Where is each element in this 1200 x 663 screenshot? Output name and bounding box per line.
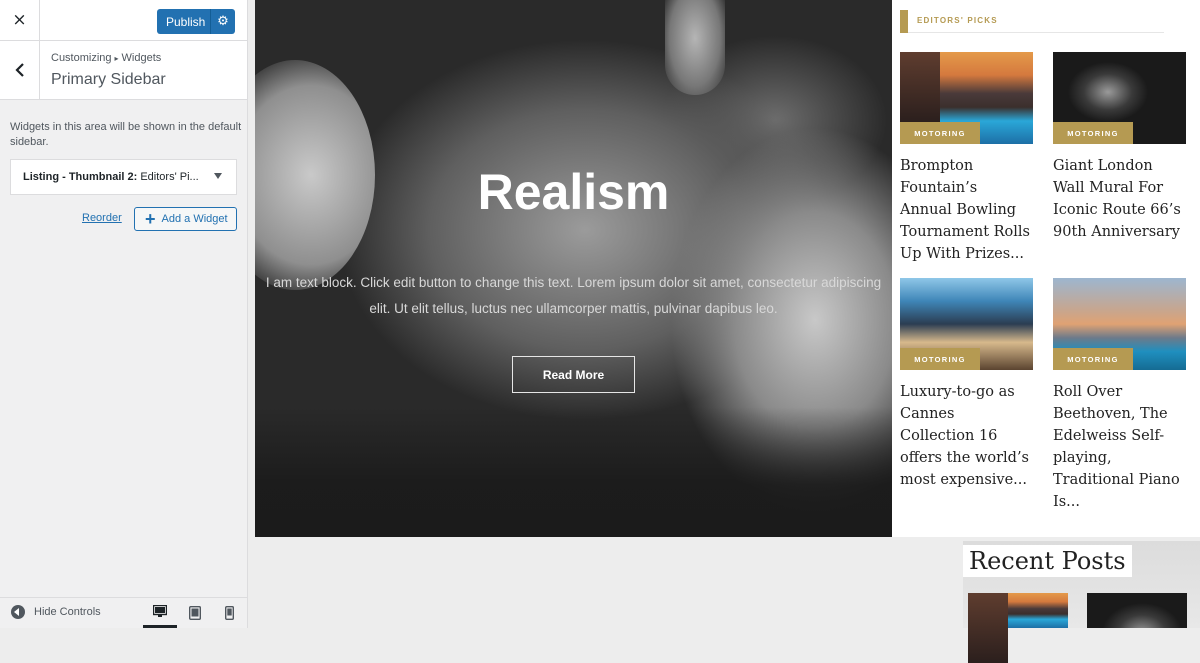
- customizer-footer: Hide Controls: [0, 597, 247, 628]
- desktop-preview-button[interactable]: [143, 598, 177, 628]
- section-description: Widgets in this area will be shown in th…: [10, 121, 242, 148]
- mobile-preview-button[interactable]: [212, 598, 246, 628]
- heading-label: EDITORS' PICKS: [917, 16, 998, 25]
- hide-controls-label: Hide Controls: [34, 606, 101, 618]
- hero-title: Realism: [477, 164, 670, 220]
- editors-picks-widget: EDITORS' PICKS MOTORING Brompton Fountai…: [892, 0, 1200, 537]
- tablet-icon: [189, 606, 201, 620]
- pick-thumbnail[interactable]: MOTORING: [900, 52, 1033, 144]
- publish-label: Publish: [166, 14, 206, 29]
- pick-thumbnail[interactable]: MOTORING: [1053, 52, 1186, 144]
- section-header: Customizing ▸ Widgets Primary Sidebar: [0, 41, 247, 100]
- recent-posts-widget: Recent Posts: [963, 541, 1200, 663]
- hero-image-ear: [665, 0, 725, 95]
- widget-item[interactable]: Listing - Thumbnail 2: Editors' Pi...: [10, 159, 237, 195]
- pick-title[interactable]: Roll Over Beethoven, The Edelweiss Self-…: [1053, 381, 1186, 513]
- category-tag[interactable]: MOTORING: [900, 122, 980, 144]
- publish-button[interactable]: Publish ⚙: [157, 9, 235, 34]
- hide-controls-button[interactable]: Hide Controls: [11, 605, 101, 619]
- category-tag[interactable]: MOTORING: [1053, 348, 1133, 370]
- pick-card[interactable]: MOTORING Luxury-to-go as Cannes Collecti…: [900, 278, 1033, 491]
- desktop-icon: [153, 605, 167, 617]
- recent-posts-heading: Recent Posts: [963, 545, 1132, 577]
- reorder-link[interactable]: Reorder: [82, 212, 122, 224]
- close-icon[interactable]: ×: [0, 0, 40, 40]
- heading-accent-bar: [900, 10, 908, 33]
- category-tag[interactable]: MOTORING: [1053, 122, 1133, 144]
- breadcrumb-root: Customizing: [51, 52, 112, 64]
- widget-title: Listing - Thumbnail 2:: [23, 171, 138, 183]
- add-widget-button[interactable]: + Add a Widget: [134, 207, 237, 231]
- pick-title[interactable]: Luxury-to-go as Cannes Collection 16 off…: [900, 381, 1033, 491]
- editors-picks-heading: EDITORS' PICKS: [900, 10, 1164, 33]
- gear-icon[interactable]: ⚙: [210, 9, 235, 34]
- back-button[interactable]: [0, 41, 40, 99]
- hero-image-hair: [255, 407, 892, 537]
- page-title: Primary Sidebar: [51, 71, 166, 88]
- recent-post-thumbnail[interactable]: [1087, 593, 1187, 628]
- pick-card[interactable]: MOTORING Giant London Wall Mural For Ico…: [1053, 52, 1186, 243]
- hero-text: I am text block. Click edit button to ch…: [265, 275, 882, 316]
- pick-card[interactable]: MOTORING Roll Over Beethoven, The Edelwe…: [1053, 278, 1186, 513]
- read-more-button[interactable]: Read More: [512, 356, 635, 393]
- category-tag[interactable]: MOTORING: [900, 348, 980, 370]
- customizer-header-bar: × Publish ⚙: [0, 0, 247, 41]
- widget-subtitle: Editors' Pi...: [140, 171, 199, 183]
- expand-arrow-icon[interactable]: [214, 173, 222, 179]
- breadcrumb-separator: ▸: [114, 54, 119, 63]
- pick-thumbnail[interactable]: MOTORING: [1053, 278, 1186, 370]
- tablet-preview-button[interactable]: [178, 598, 212, 628]
- customizer-panel: × Publish ⚙ Customizing ▸ Widgets Primary …: [0, 0, 248, 628]
- mobile-icon: [224, 606, 234, 620]
- recent-post-thumbnail[interactable]: [968, 593, 1068, 663]
- chevron-left-icon: [14, 63, 24, 77]
- pick-thumbnail[interactable]: MOTORING: [900, 278, 1033, 370]
- collapse-icon: [11, 605, 25, 619]
- breadcrumb-leaf: Widgets: [121, 52, 162, 64]
- pick-title[interactable]: Brompton Fountain’s Annual Bowling Tourn…: [900, 155, 1033, 265]
- hero-banner: Realism I am text block. Click edit butt…: [255, 0, 892, 537]
- breadcrumb: Customizing ▸ Widgets: [51, 52, 161, 64]
- pick-title[interactable]: Giant London Wall Mural For Iconic Route…: [1053, 155, 1186, 243]
- pick-card[interactable]: MOTORING Brompton Fountain’s Annual Bowl…: [900, 52, 1033, 265]
- plus-icon: +: [145, 209, 156, 229]
- add-widget-label: Add a Widget: [161, 213, 228, 225]
